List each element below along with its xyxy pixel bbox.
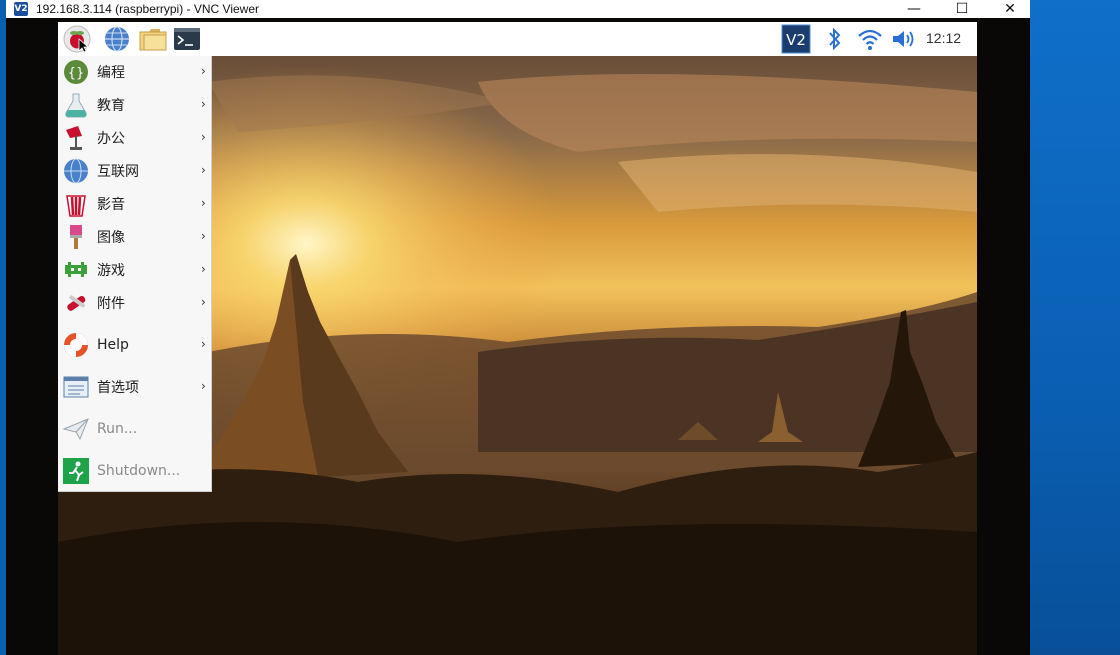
help-icon: [61, 331, 91, 359]
submenu-arrow-icon: ›: [201, 295, 206, 309]
sound-video-icon: [61, 190, 91, 218]
submenu-arrow-icon: ›: [201, 64, 206, 78]
minimize-button[interactable]: —: [890, 0, 938, 18]
maximize-button[interactable]: ☐: [938, 0, 986, 18]
menu-item-label: 首选项: [97, 380, 139, 396]
menu-item-accessories[interactable]: 附件 ›: [58, 288, 212, 318]
application-menu: {} 编程 › 教育 › 办公 › 互联网 › 影音 › 图像 › 游戏 › 附…: [58, 56, 212, 492]
office-icon: [61, 124, 91, 152]
vnc-server-icon[interactable]: V2: [781, 24, 811, 54]
menu-item-label: 游戏: [97, 263, 125, 279]
svg-text:V2: V2: [786, 31, 806, 49]
submenu-arrow-icon: ›: [201, 337, 206, 351]
menu-item-education[interactable]: 教育 ›: [58, 90, 212, 120]
menu-item-games[interactable]: 游戏 ›: [58, 255, 212, 285]
menu-item-internet[interactable]: 互联网 ›: [58, 156, 212, 186]
menu-item-run[interactable]: Run...: [58, 414, 212, 444]
education-icon: [61, 91, 91, 119]
preferences-icon: [61, 373, 91, 401]
menu-item-shutdown[interactable]: Shutdown...: [58, 456, 212, 486]
remote-desktop[interactable]: V2 12:12 {} 编程 › 教育 › 办公 › 互联网 › 影音 › 图像…: [58, 22, 977, 655]
submenu-arrow-icon: ›: [201, 196, 206, 210]
bluetooth-icon[interactable]: [820, 25, 850, 53]
menu-divider: [58, 366, 212, 367]
svg-text:{}: {}: [68, 66, 85, 81]
top-panel: V2 12:12: [58, 22, 977, 56]
menu-item-office[interactable]: 办公 ›: [58, 123, 212, 153]
window-title: 192.168.3.114 (raspberrypi) - VNC Viewer: [36, 2, 259, 16]
menu-item-label: 办公: [97, 131, 125, 147]
web-browser-icon[interactable]: [102, 25, 132, 53]
games-icon: [61, 256, 91, 284]
menu-item-label: 附件: [97, 296, 125, 312]
close-button[interactable]: ✕: [986, 0, 1034, 18]
menu-item-help[interactable]: Help ›: [58, 330, 212, 360]
menu-item-label: Run...: [97, 421, 138, 437]
menu-item-programming[interactable]: {} 编程 ›: [58, 57, 212, 87]
menu-item-label: 编程: [97, 65, 125, 81]
windows-desktop: [1030, 0, 1120, 655]
submenu-arrow-icon: ›: [201, 229, 206, 243]
shutdown-icon: [61, 457, 91, 485]
vnc-viewer-window: V2 192.168.3.114 (raspberrypi) - VNC Vie…: [6, 0, 1030, 655]
vnc-viewer-app-icon: V2: [14, 2, 28, 16]
window-titlebar[interactable]: V2 192.168.3.114 (raspberrypi) - VNC Vie…: [6, 0, 1030, 18]
menu-item-label: Shutdown...: [97, 463, 181, 479]
submenu-arrow-icon: ›: [201, 130, 206, 144]
raspberry-menu-icon[interactable]: [62, 25, 92, 53]
wifi-icon[interactable]: [855, 25, 885, 53]
submenu-arrow-icon: ›: [201, 163, 206, 177]
graphics-icon: [61, 223, 91, 251]
internet-icon: [61, 157, 91, 185]
accessories-icon: [61, 289, 91, 317]
menu-divider: [58, 324, 212, 325]
menu-item-label: Help: [97, 337, 129, 353]
menu-item-label: 互联网: [97, 164, 139, 180]
submenu-arrow-icon: ›: [201, 262, 206, 276]
submenu-arrow-icon: ›: [201, 379, 206, 393]
file-manager-icon[interactable]: [138, 25, 168, 53]
submenu-arrow-icon: ›: [201, 97, 206, 111]
run-icon: [61, 415, 91, 443]
menu-item-label: 教育: [97, 98, 125, 114]
terminal-icon[interactable]: [172, 25, 202, 53]
menu-divider: [58, 408, 212, 409]
menu-item-sound-video[interactable]: 影音 ›: [58, 189, 212, 219]
menu-item-label: 图像: [97, 230, 125, 246]
panel-clock[interactable]: 12:12: [926, 30, 961, 46]
menu-item-graphics[interactable]: 图像 ›: [58, 222, 212, 252]
menu-item-label: 影音: [97, 197, 125, 213]
volume-icon[interactable]: [889, 25, 919, 53]
programming-icon: {}: [61, 58, 91, 86]
menu-item-preferences[interactable]: 首选项 ›: [58, 372, 212, 402]
